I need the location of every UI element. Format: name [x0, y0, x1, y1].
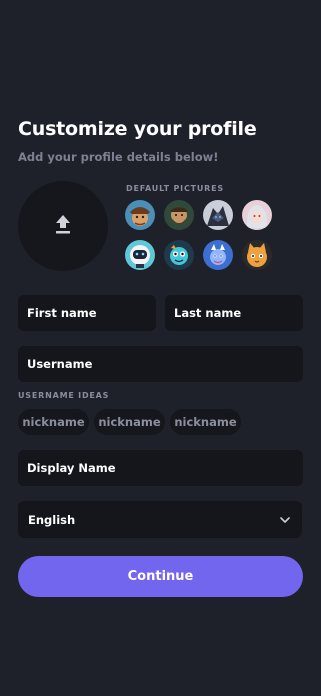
pirate-avatar-icon: [125, 200, 155, 230]
bearded-warrior-avatar-icon: [164, 200, 194, 230]
last-name-field[interactable]: Last name: [165, 295, 303, 331]
language-select[interactable]: English: [18, 501, 302, 538]
default-pictures-grid: [125, 200, 273, 272]
astronaut-avatar-icon: [125, 240, 155, 270]
default-avatar-3[interactable]: [203, 200, 233, 230]
default-avatar-7[interactable]: [203, 240, 233, 270]
language-selected-value: English: [28, 512, 76, 527]
username-idea-chip[interactable]: nickname: [94, 409, 165, 435]
default-avatar-4[interactable]: [242, 200, 272, 230]
default-avatar-5[interactable]: [125, 240, 155, 270]
orange-cat-avatar-icon: [242, 240, 272, 270]
default-avatar-2[interactable]: [164, 200, 194, 230]
username-idea-chip[interactable]: nickname: [170, 409, 241, 435]
upload-icon: [53, 213, 73, 239]
silver-hair-avatar-icon: [242, 200, 272, 230]
upload-photo-button[interactable]: [18, 181, 108, 271]
fish-character-avatar-icon: [164, 240, 194, 270]
default-avatar-8[interactable]: [242, 240, 272, 270]
username-field[interactable]: Username: [18, 346, 303, 382]
username-ideas-label: USERNAME IDEAS: [18, 391, 110, 400]
default-pictures-label: DEFAULT PICTURES: [126, 184, 224, 193]
profile-setup-screen: Customize your profile Add your profile …: [0, 0, 321, 696]
display-name-field[interactable]: Display Name: [18, 450, 303, 486]
chevron-down-icon: [280, 513, 290, 527]
default-avatar-6[interactable]: [164, 240, 194, 270]
continue-button[interactable]: Continue: [18, 556, 303, 597]
page-title: Customize your profile: [18, 118, 257, 140]
username-idea-chip[interactable]: nickname: [18, 409, 89, 435]
blue-dragon-avatar-icon: [203, 240, 233, 270]
page-subtitle: Add your profile details below!: [18, 150, 219, 164]
default-avatar-1[interactable]: [125, 200, 155, 230]
first-name-field[interactable]: First name: [18, 295, 156, 331]
dark-beast-avatar-icon: [203, 200, 233, 230]
